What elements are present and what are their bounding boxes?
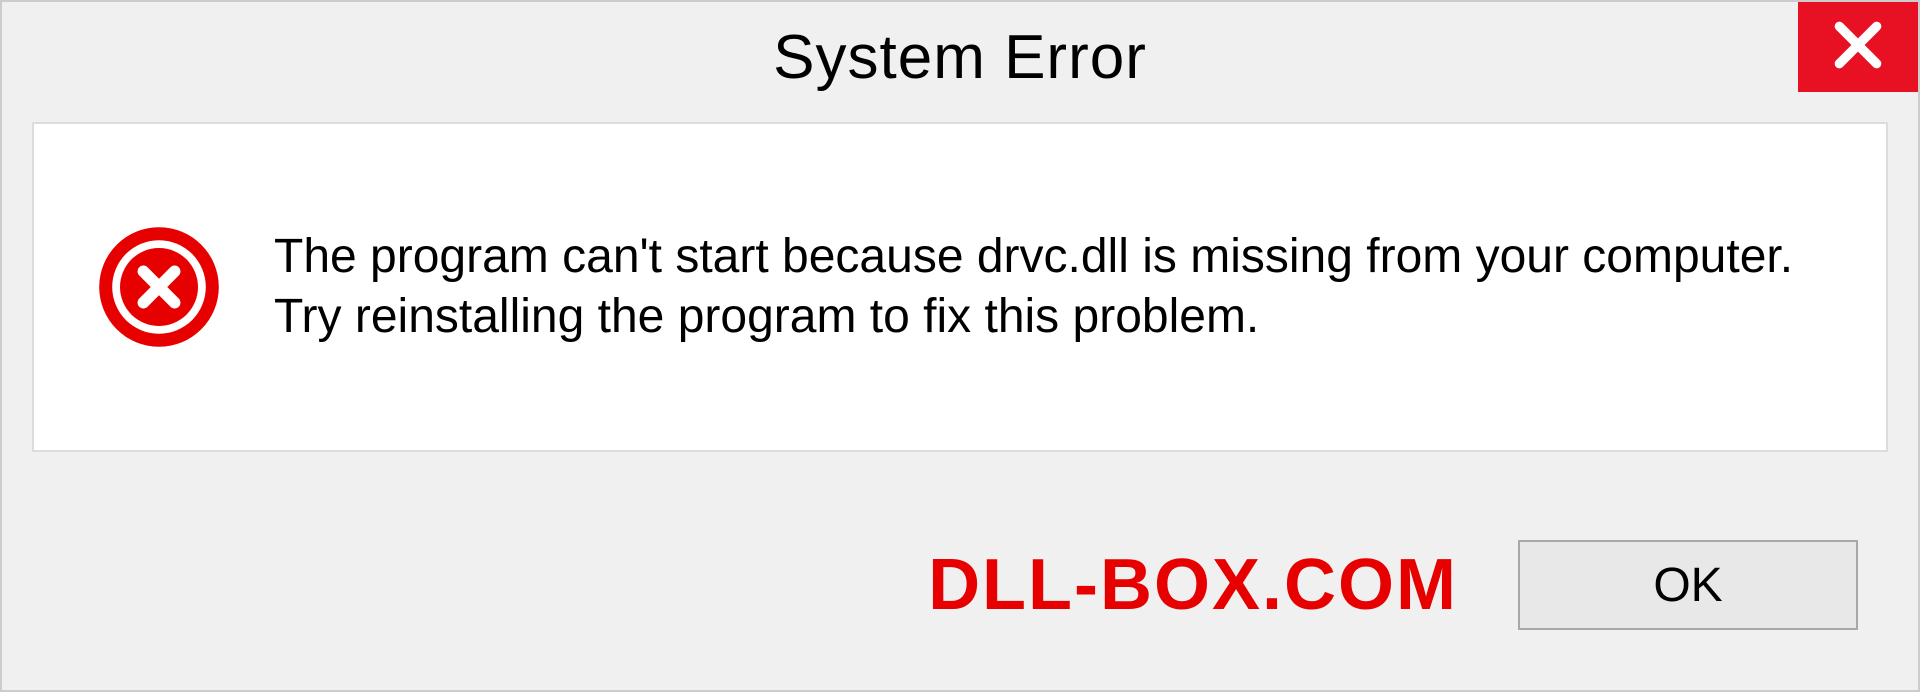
message-panel: The program can't start because drvc.dll… bbox=[32, 122, 1888, 452]
ok-button[interactable]: OK bbox=[1518, 540, 1858, 630]
error-message: The program can't start because drvc.dll… bbox=[274, 227, 1826, 347]
error-icon bbox=[94, 222, 224, 352]
close-button[interactable] bbox=[1798, 2, 1918, 92]
close-icon bbox=[1830, 17, 1886, 78]
dialog-footer: DLL-BOX.COM OK bbox=[2, 480, 1918, 690]
titlebar: System Error bbox=[2, 2, 1918, 112]
window-title: System Error bbox=[773, 22, 1147, 93]
watermark-text: DLL-BOX.COM bbox=[928, 544, 1458, 626]
